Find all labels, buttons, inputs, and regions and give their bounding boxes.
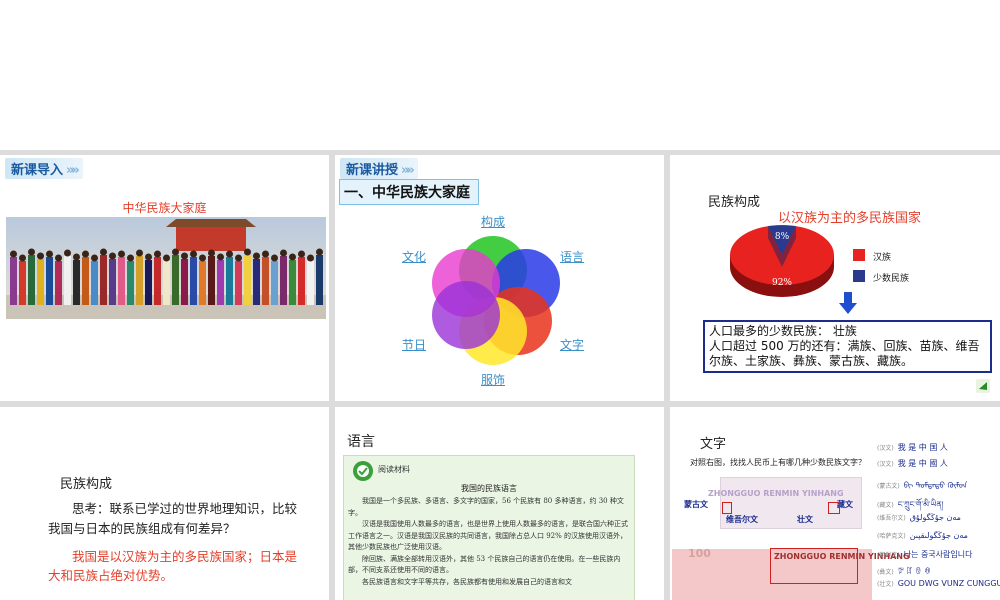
label-uyghur: 维吾尔文 xyxy=(726,515,758,524)
label-festival: 节日 xyxy=(402,338,427,352)
legend-swatch-han xyxy=(853,249,865,261)
slide-thumbnail-1[interactable]: 新课导入»» 中华民族大家庭 xyxy=(0,155,329,401)
double-chevron-icon: »» xyxy=(401,163,415,178)
label-zhuang: 壮文 xyxy=(797,515,813,524)
reading-body: 我国是一个多民族、多语言、多文字的国家，56 个民族有 80 多种语言，约 30… xyxy=(348,496,632,588)
reading-paragraph: 各民族语言和文字平等共存，各民族都有使用和发展自己的语言和文 xyxy=(362,577,572,586)
slide-thumbnail-3[interactable]: 民族构成 以汉族为主的多民族国家 8% 92% 汉族 少数民族 人口最多的少数民… xyxy=(670,155,1000,401)
section-title-box: 一、中华民族大家庭 xyxy=(339,179,479,205)
legend-label-han: 汉族 xyxy=(873,253,892,263)
label-culture: 文化 xyxy=(402,250,427,264)
highlight-frame xyxy=(722,502,732,514)
slide-thumbnail-5[interactable]: 语言 阅读材料 我国的民族语言 我国是一个多民族、多语言、多文字的国家，56 个… xyxy=(335,407,664,600)
slide-thumbnail-4[interactable]: 民族构成 思考：联系已学过的世界地理知识，比较我国与日本的民族组成有何差异？ 我… xyxy=(0,407,329,600)
slide-label: 文字 xyxy=(700,437,727,452)
script-row: (哈萨克文) مەن جۇڭگولىقپىن xyxy=(877,531,968,540)
script-row: (彝文) ꉢ ꍏ ꇩ ꊿ xyxy=(877,567,931,576)
label-composition: 构成 xyxy=(481,215,506,229)
script-row: (蒙古文) ᠪᠢ ᠳᠤᠮᠳᠠᠳᠤ ᠬᠦᠮᠦᠨ xyxy=(877,481,968,490)
label-mongolian: 蒙古文 xyxy=(684,500,708,509)
banknote-bank-name: ZHONGGUO RENMIN YINHANG xyxy=(708,489,844,498)
script-row: (壮文)GOU DWG VUNZ CUNGGUEK xyxy=(877,579,1000,588)
info-line-over-5m: 人口超过 500 万的还有：满族、回族、苗族、维吾尔族、土家族、彝族、蒙古族、藏… xyxy=(709,339,980,368)
reading-paragraph: 我国是一个多民族、多语言、多文字的国家，56 个民族有 80 多种语言，约 30… xyxy=(348,497,624,517)
highlight-frame xyxy=(828,502,840,514)
legend-swatch-minority xyxy=(853,270,865,282)
slide-thumbnail-6[interactable]: 文字 对照右图，找找人民币上有哪几种少数民族文字？ ZHONGGUO RENMI… xyxy=(670,407,1000,600)
script-row: (朝鲜文) 나는 중국사람입니다 xyxy=(877,550,973,559)
script-row: (汉文) 我 是 中 国 人 xyxy=(877,443,948,452)
slide-label: 民族构成 xyxy=(60,477,113,492)
slide-title: 中华民族大家庭 xyxy=(122,201,207,215)
slide-label: 语言 xyxy=(347,434,375,450)
population-pie-chart: 8% 92% xyxy=(730,225,834,297)
reading-title: 我国的民族语言 xyxy=(461,484,517,493)
banknote-value: 100 xyxy=(688,547,711,560)
think-question: 思考：联系已学过的世界地理知识，比较我国与日本的民族组成有何差异？ xyxy=(48,501,298,536)
script-row: (汉文) 我 是 中 國 人 xyxy=(877,459,948,468)
back-arrow-icon[interactable] xyxy=(976,379,990,393)
pie-label-han: 92% xyxy=(772,278,792,288)
section-header-tag: 新课讲授»» xyxy=(340,158,418,179)
reading-material-heading: 阅读材料 xyxy=(378,465,410,474)
down-arrow-icon xyxy=(839,292,857,314)
double-chevron-icon: »» xyxy=(66,163,80,178)
reading-material-icon xyxy=(353,461,373,481)
slide-label: 民族构成 xyxy=(708,195,761,210)
reading-paragraph: 汉语是我国使用人数最多的语言，也是世界上使用人数最多的语言，是联合国六种正式工作… xyxy=(348,520,628,551)
answer-text: 我国是以汉族为主的多民族国家；日本是大和民族占绝对优势。 xyxy=(48,549,298,583)
info-line-largest: 人口最多的少数民族： 壮族 xyxy=(709,324,857,338)
slide-subtitle: 以汉族为主的多民族国家 xyxy=(778,211,922,226)
slide-thumbnail-2[interactable]: 新课讲授»» 一、中华民族大家庭 构成 文化 语言 节日 文字 服饰 xyxy=(335,155,664,401)
banknote-question: 对照右图，找找人民币上有哪几种少数民族文字？ xyxy=(690,458,866,467)
pie-label-minority: 8% xyxy=(775,232,790,242)
script-row: (维吾尔文) مەن جۇڭگولۇق xyxy=(877,513,961,522)
reading-material-panel: 阅读材料 我国的民族语言 我国是一个多民族、多语言、多文字的国家，56 个民族有… xyxy=(343,455,635,600)
section-header-tag: 新课导入»» xyxy=(5,158,83,179)
venn-flower-diagram xyxy=(432,236,560,365)
reading-paragraph: 除回族、满族全部转用汉语外，其他 53 个民族自己的语言仍在使用。在一些民族内部… xyxy=(348,554,621,575)
ethnic-info-box: 人口最多的少数民族： 壮族 人口超过 500 万的还有：满族、回族、苗族、维吾尔… xyxy=(703,320,992,373)
label-language: 语言 xyxy=(560,250,585,264)
group-photo-image xyxy=(6,217,326,319)
label-costume: 服饰 xyxy=(481,373,506,387)
label-writing: 文字 xyxy=(560,338,585,352)
legend-label-minority: 少数民族 xyxy=(873,274,910,284)
